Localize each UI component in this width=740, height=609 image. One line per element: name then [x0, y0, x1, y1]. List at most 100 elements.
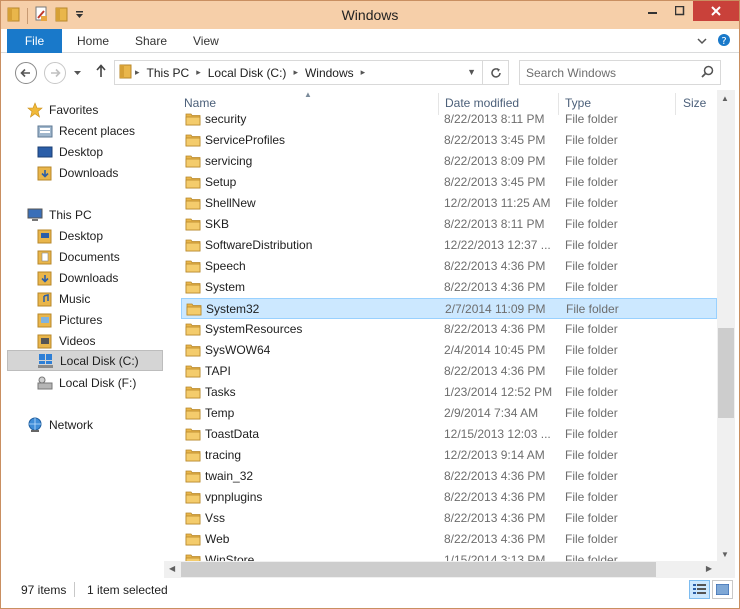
scroll-right-icon[interactable]: ▶: [706, 564, 712, 573]
table-row[interactable]: ServiceProfiles 8/22/2013 3:45 PM File fol…: [181, 130, 717, 151]
nav-pictures[interactable]: Pictures: [1, 309, 159, 330]
file-name: ServiceProfiles: [205, 133, 286, 147]
file-type: File folder: [565, 280, 618, 294]
table-row[interactable]: ToastData 12/15/2013 12:03 ... File folder: [181, 424, 717, 445]
table-row[interactable]: Setup 8/22/2013 3:45 PM File folder: [181, 172, 717, 193]
up-arrow-icon[interactable]: [95, 64, 107, 81]
file-type: File folder: [565, 259, 618, 273]
nav-favorites[interactable]: Favorites: [1, 99, 159, 120]
table-row[interactable]: SoftwareDistribution 12/22/2013 12:37 ...…: [181, 235, 717, 256]
table-row[interactable]: ShellNew 12/2/2013 11:25 AM File folder: [181, 193, 717, 214]
nav-videos[interactable]: Videos: [1, 330, 159, 351]
file-name: SysWOW64: [205, 343, 271, 357]
scrollbar-thumb[interactable]: [181, 562, 656, 577]
nav-local-disk-c[interactable]: Local Disk (C:): [7, 350, 163, 371]
close-button[interactable]: [693, 1, 739, 21]
horizontal-scrollbar[interactable]: ◀ ▶: [164, 561, 717, 578]
folder-icon: [186, 302, 202, 316]
file-type: File folder: [565, 490, 618, 504]
nav-label: Desktop: [59, 228, 104, 243]
tab-home[interactable]: Home: [77, 29, 109, 53]
refresh-button[interactable]: [482, 61, 508, 84]
table-row[interactable]: Tasks 1/23/2014 12:52 PM File folder: [181, 382, 717, 403]
table-row[interactable]: Web 8/22/2013 4:36 PM File folder: [181, 529, 717, 550]
address-bar[interactable]: ▸ This PC ▸ Local Disk (C:) ▸ Windows ▸ …: [114, 60, 509, 85]
scroll-down-icon[interactable]: ▼: [721, 550, 729, 559]
folder-icon: [37, 228, 53, 244]
file-type: File folder: [565, 154, 618, 168]
table-row[interactable]: SysWOW64 2/4/2014 10:45 PM File folder: [181, 340, 717, 361]
folder-icon: [185, 532, 201, 546]
tab-file[interactable]: File: [7, 29, 62, 53]
folder-icon: [185, 427, 201, 441]
table-row[interactable]: servicing 8/22/2013 8:09 PM File folder: [181, 151, 717, 172]
minimize-button[interactable]: [639, 1, 666, 21]
nav-label: Favorites: [49, 102, 99, 117]
breadcrumb-local-disk[interactable]: Local Disk (C:): [203, 66, 292, 80]
scroll-up-icon[interactable]: ▲: [721, 94, 729, 103]
scrollbar-thumb[interactable]: [718, 328, 734, 418]
nav-documents[interactable]: Documents: [1, 246, 159, 267]
details-view-button[interactable]: [689, 580, 710, 599]
file-date-modified: 8/22/2013 4:36 PM: [444, 469, 546, 483]
folder-icon: [185, 280, 201, 294]
table-row[interactable]: Temp 2/9/2014 7:34 AM File folder: [181, 403, 717, 424]
table-row[interactable]: Speech 8/22/2013 4:36 PM File folder: [181, 256, 717, 277]
toolbar-separator: [27, 7, 28, 24]
breadcrumb-windows[interactable]: Windows: [300, 66, 359, 80]
table-row[interactable]: System 8/22/2013 4:36 PM File folder: [181, 277, 717, 298]
file-type: File folder: [565, 364, 618, 378]
file-list: ▲ Name Date modified Type Size security 8…: [164, 90, 717, 577]
nav-favorites-desktop[interactable]: Desktop: [1, 141, 159, 162]
address-dropdown-icon[interactable]: ▼: [467, 67, 476, 77]
nav-recent-places[interactable]: Recent places: [1, 120, 159, 141]
tab-share[interactable]: Share: [135, 29, 167, 53]
properties-icon[interactable]: [34, 6, 49, 25]
expand-ribbon-icon[interactable]: [697, 35, 707, 49]
recent-locations-icon[interactable]: [73, 66, 82, 80]
nav-network[interactable]: Network: [1, 414, 159, 435]
computer-icon: [27, 207, 43, 223]
breadcrumb-chevron-icon[interactable]: ▸: [194, 67, 203, 78]
table-row[interactable]: TAPI 8/22/2013 4:36 PM File folder: [181, 361, 717, 382]
nav-music[interactable]: Music: [1, 288, 159, 309]
nav-desktop[interactable]: Desktop: [1, 225, 159, 246]
maximize-button[interactable]: [666, 1, 693, 21]
nav-local-disk-f[interactable]: Local Disk (F:): [1, 372, 159, 393]
table-row[interactable]: vpnplugins 8/22/2013 4:36 PM File folder: [181, 487, 717, 508]
file-name: ToastData: [205, 427, 260, 441]
scroll-left-icon[interactable]: ◀: [169, 564, 175, 573]
table-row[interactable]: tracing 12/2/2013 9:14 AM File folder: [181, 445, 717, 466]
file-type: File folder: [565, 343, 618, 357]
nav-downloads[interactable]: Downloads: [1, 267, 159, 288]
table-row[interactable]: Vss 8/22/2013 4:36 PM File folder: [181, 508, 717, 529]
file-name: SystemResources: [205, 322, 303, 336]
help-icon[interactable]: ?: [717, 33, 731, 50]
nav-label: Downloads: [59, 270, 119, 285]
breadcrumb-chevron-icon[interactable]: ▸: [133, 67, 142, 78]
table-row[interactable]: SKB 8/22/2013 8:11 PM File folder: [181, 214, 717, 235]
table-row[interactable]: System32 2/7/2014 11:09 PM File folder: [181, 298, 717, 319]
pictures-folder-icon: [37, 312, 53, 328]
large-icons-view-button[interactable]: [712, 580, 733, 599]
ribbon-tabs: File Home Share View ?: [1, 29, 739, 53]
tab-view[interactable]: View: [193, 29, 219, 53]
search-icon[interactable]: [701, 65, 714, 81]
breadcrumb-this-pc[interactable]: This PC: [142, 66, 195, 80]
customize-toolbar-icon[interactable]: [75, 9, 84, 23]
explorer-window: Windows File Home Share View ? ▸ This PC…: [0, 0, 740, 609]
table-row[interactable]: SystemResources 8/22/2013 4:36 PM File fol…: [181, 319, 717, 340]
table-row[interactable]: twain_32 8/22/2013 4:36 PM File folder: [181, 466, 717, 487]
file-date-modified: 8/22/2013 3:45 PM: [444, 133, 546, 147]
videos-folder-icon: [37, 333, 53, 349]
back-button[interactable]: [15, 62, 37, 84]
search-input[interactable]: [526, 64, 696, 81]
forward-button[interactable]: [44, 62, 66, 84]
table-row[interactable]: security 8/22/2013 8:11 PM File folder: [181, 109, 717, 130]
new-folder-icon[interactable]: [55, 6, 69, 25]
breadcrumb-chevron-icon[interactable]: ▸: [291, 67, 300, 78]
nav-this-pc[interactable]: This PC: [1, 204, 159, 225]
breadcrumb-chevron-icon[interactable]: ▸: [359, 67, 368, 78]
vertical-scrollbar[interactable]: ▲ ▼: [717, 90, 735, 561]
nav-favorites-downloads[interactable]: Downloads: [1, 162, 159, 183]
